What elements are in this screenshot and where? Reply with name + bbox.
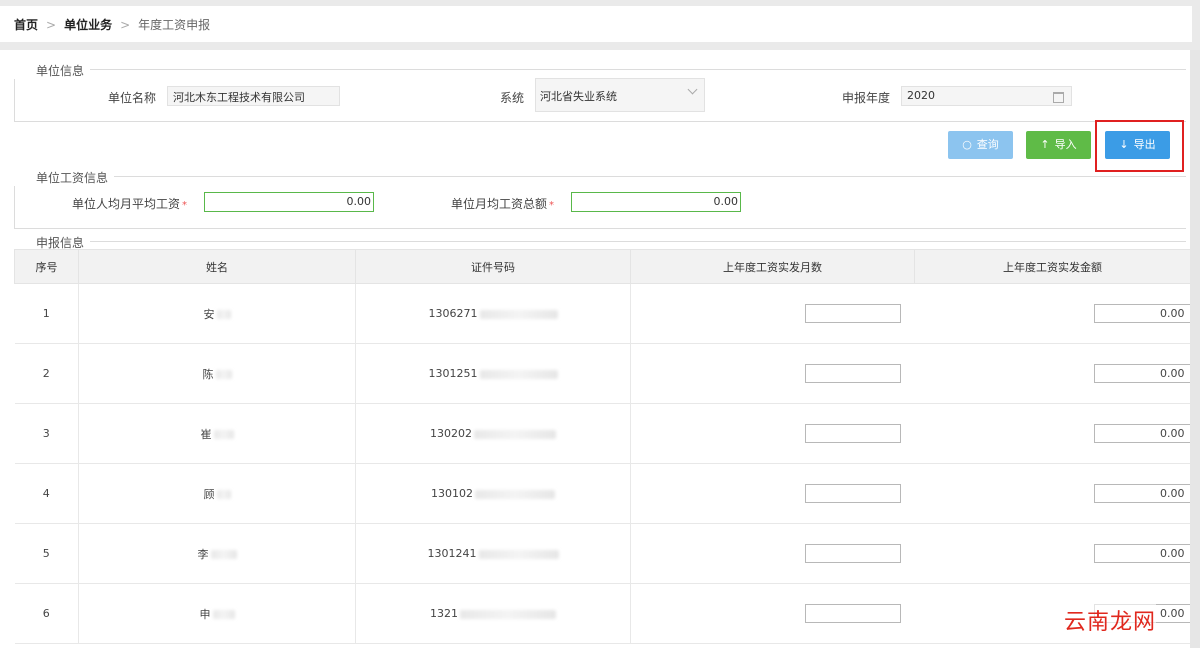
months-input[interactable] <box>804 544 901 563</box>
avg-wage-label: 单位人均月平均工资 * <box>72 197 188 211</box>
import-button[interactable]: ↑ 导入 <box>1026 131 1091 159</box>
unit-name-field[interactable]: 河北木东工程技术有限公司 <box>167 86 340 106</box>
row-no: 1 <box>14 283 79 344</box>
system-select[interactable]: 河北省失业系统 <box>535 78 705 112</box>
year-value: 2020 <box>907 89 935 102</box>
months-input[interactable] <box>804 364 901 383</box>
row-amount: 0.00 <box>914 523 1191 584</box>
row-id: 1321 <box>355 583 631 644</box>
wage-info-title: 单位工资信息 <box>14 169 115 186</box>
months-input[interactable] <box>804 424 901 443</box>
row-no: 6 <box>14 583 79 644</box>
col-header-amount: 上年度工资实发金额 <box>914 249 1191 284</box>
section-divider <box>14 69 1186 70</box>
col-header-id: 证件号码 <box>355 249 631 284</box>
system-label: 系统 <box>500 91 525 105</box>
unit-name-label: 单位名称 <box>108 91 157 105</box>
col-header-no: 序号 <box>14 249 79 284</box>
months-input[interactable] <box>804 484 901 503</box>
row-name: 安 <box>78 283 356 344</box>
watermark: 云南龙网 <box>1064 604 1157 636</box>
breadcrumb-section[interactable]: 单位业务 <box>64 18 112 32</box>
amount-input[interactable]: 0.00 <box>1093 424 1191 443</box>
row-amount: 0.00 <box>914 343 1191 404</box>
row-no: 2 <box>14 343 79 404</box>
row-no: 3 <box>14 403 79 464</box>
total-wage-input[interactable]: 0.00 <box>571 192 741 212</box>
months-input[interactable] <box>804 304 901 323</box>
row-amount: 0.00 <box>914 403 1191 464</box>
chevron-down-icon <box>687 84 698 95</box>
breadcrumb-bar: 首页 > 单位业务 > 年度工资申报 <box>0 6 1192 42</box>
row-id: 130202 <box>355 403 631 464</box>
row-id: 1301251 <box>355 343 631 404</box>
section-divider <box>14 228 1186 229</box>
breadcrumb-separator: > <box>120 18 131 32</box>
breadcrumb-separator: > <box>46 18 57 32</box>
row-amount: 0.00 <box>914 283 1191 344</box>
search-icon: ○ <box>962 138 972 151</box>
section-divider <box>14 121 1186 122</box>
amount-input[interactable]: 0.00 <box>1093 484 1191 503</box>
query-label: 查询 <box>976 138 999 151</box>
declare-table: 序号 姓名 证件号码 上年度工资实发月数 上年度工资实发金额 1 安 13062… <box>14 249 1191 644</box>
total-wage-label: 单位月均工资总额 * <box>451 197 555 211</box>
months-input[interactable] <box>804 604 901 623</box>
table-row: 5 李 1301241 0.00 <box>14 523 1191 584</box>
table-row: 6 申 1321 0.00 <box>14 583 1191 644</box>
row-months <box>630 283 915 344</box>
year-picker[interactable]: 2020 <box>901 86 1072 106</box>
query-button[interactable]: ○ 查询 <box>948 131 1013 159</box>
import-label: 导入 <box>1054 138 1077 151</box>
table-row: 4 顾 130102 0.00 <box>14 463 1191 524</box>
table-header-row: 序号 姓名 证件号码 上年度工资实发月数 上年度工资实发金额 <box>14 249 1191 284</box>
row-name: 李 <box>78 523 356 584</box>
amount-input[interactable]: 0.00 <box>1093 304 1191 323</box>
table-row: 2 陈 1301251 0.00 <box>14 343 1191 404</box>
row-id: 130102 <box>355 463 631 524</box>
avg-wage-input[interactable]: 0.00 <box>204 192 374 212</box>
scrollbar[interactable] <box>1190 50 1200 648</box>
amount-input[interactable]: 0.00 <box>1093 364 1191 383</box>
row-id: 1306271 <box>355 283 631 344</box>
row-months <box>630 463 915 524</box>
row-name: 顾 <box>78 463 356 524</box>
col-header-name: 姓名 <box>78 249 356 284</box>
row-no: 5 <box>14 523 79 584</box>
unit-info-title: 单位信息 <box>14 62 91 79</box>
year-label: 申报年度 <box>842 91 891 105</box>
row-name: 陈 <box>78 343 356 404</box>
export-highlight-box <box>1095 120 1184 172</box>
row-months <box>630 343 915 404</box>
amount-input[interactable]: 0.00 <box>1093 544 1191 563</box>
upload-icon: ↑ <box>1040 138 1050 151</box>
table-row: 1 安 1306271 0.00 <box>14 283 1191 344</box>
section-divider <box>14 176 1186 177</box>
calendar-icon <box>1053 92 1064 103</box>
breadcrumb-home[interactable]: 首页 <box>14 18 38 32</box>
row-months <box>630 583 915 644</box>
system-value: 河北省失业系统 <box>540 90 617 103</box>
row-id: 1301241 <box>355 523 631 584</box>
row-name: 申 <box>78 583 356 644</box>
section-divider <box>14 241 1186 242</box>
breadcrumb-current: 年度工资申报 <box>138 18 211 32</box>
row-amount: 0.00 <box>914 463 1191 524</box>
col-header-months: 上年度工资实发月数 <box>630 249 915 284</box>
row-months <box>630 403 915 464</box>
row-name: 崔 <box>78 403 356 464</box>
row-no: 4 <box>14 463 79 524</box>
breadcrumb: 首页 > 单位业务 > 年度工资申报 <box>14 16 210 33</box>
row-months <box>630 523 915 584</box>
table-row: 3 崔 130202 0.00 <box>14 403 1191 464</box>
